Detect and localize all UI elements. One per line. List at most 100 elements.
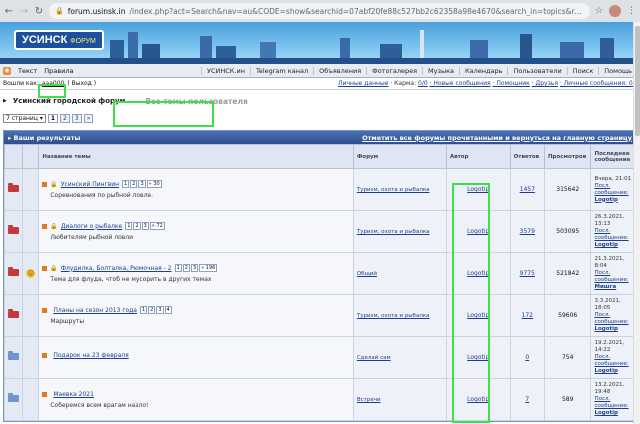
last-post-link[interactable]: Посл. сообщение:: [594, 270, 632, 284]
mark-all-read-link[interactable]: Отметить все форумы прочитанными и верну…: [362, 134, 632, 142]
logout-link[interactable]: ( Выход ): [67, 80, 96, 87]
page-3[interactable]: 3: [71, 113, 82, 123]
topic-page-link[interactable]: 4: [164, 306, 172, 314]
topic-page-link[interactable]: 1: [139, 306, 148, 314]
folder-icon: [8, 309, 20, 318]
col-last[interactable]: Последнее сообщение: [590, 144, 636, 169]
topic-link[interactable]: Усинский Пингвин: [61, 181, 119, 188]
topic-link[interactable]: Диалоги о рыбалке: [61, 223, 122, 230]
forum-link[interactable]: Общий: [357, 271, 377, 277]
address-bar[interactable]: 🔒 forum.usinsk.in/index.php?act=Search&n…: [49, 3, 590, 19]
col-author[interactable]: Автор: [445, 144, 511, 169]
menu-item-calendar[interactable]: Календарь: [459, 66, 507, 75]
page-next[interactable]: »: [83, 113, 94, 123]
menu-item-usinsk[interactable]: УСИНСК.ин: [201, 66, 250, 75]
last-post-link[interactable]: Посл. сообщение:: [594, 396, 632, 410]
last-post-author[interactable]: Logotip: [594, 242, 632, 249]
menu-icon[interactable]: ⋮: [627, 6, 636, 16]
menu-item-telegram[interactable]: Telegram канал: [249, 66, 313, 75]
menu-item-search[interactable]: Поиск: [566, 66, 599, 75]
menu-item-music[interactable]: Музыка: [422, 66, 459, 75]
topic-page-link[interactable]: 3: [156, 306, 164, 314]
last-post-date: 3.3.2021, 18:05: [594, 298, 621, 311]
author-link[interactable]: Logotip: [467, 228, 489, 235]
topic-link[interactable]: Подарок на 23 февраля: [53, 352, 128, 359]
rss-icon[interactable]: ◉: [3, 66, 11, 75]
topic-page-link[interactable]: 1: [125, 222, 133, 230]
forum-link[interactable]: Встречи: [357, 397, 381, 403]
reload-icon[interactable]: ↻: [34, 6, 44, 17]
last-post-link[interactable]: Посл. сообщение:: [594, 228, 632, 242]
new-messages-link[interactable]: · Новые сообщения: [430, 80, 491, 87]
replies-link[interactable]: 0: [525, 354, 529, 361]
last-post-author[interactable]: Logotip: [594, 326, 632, 333]
topic-page-link[interactable]: 1: [174, 264, 182, 272]
author-link[interactable]: Logotip: [467, 354, 489, 361]
menu-left-rules[interactable]: Правила: [44, 67, 73, 75]
back-icon[interactable]: ←: [4, 6, 14, 17]
replies-link[interactable]: 3579: [520, 228, 535, 235]
emoticon-cell: ☺: [22, 252, 40, 295]
karma-value[interactable]: 0/0: [418, 80, 428, 87]
last-post-author[interactable]: Logotip: [594, 368, 632, 375]
friends-link[interactable]: · Друзья: [532, 80, 558, 87]
menu-item-ads[interactable]: Объявления: [313, 66, 366, 75]
menu-left-text[interactable]: Текст: [18, 67, 37, 75]
main-menu: ◉ Текст Правила УСИНСК.ин Telegram канал…: [0, 64, 640, 78]
topic-page-link[interactable]: 1: [122, 180, 130, 188]
author-link[interactable]: Logotip: [467, 312, 489, 319]
pages-select[interactable]: 7 страниц ▾: [3, 113, 46, 123]
topic-page-link[interactable]: 2: [133, 222, 141, 230]
page-1[interactable]: 1: [47, 113, 59, 123]
page-2[interactable]: 2: [60, 113, 70, 123]
breadcrumb-forum[interactable]: Усинский городской форум: [13, 97, 125, 105]
last-post-author[interactable]: Мишга: [594, 284, 632, 291]
forum-link[interactable]: Туризм, охота и рыбалка: [357, 313, 430, 319]
menu-item-help[interactable]: Помощь: [598, 66, 637, 75]
topic-page-link[interactable]: » 72: [149, 222, 165, 230]
profile-avatar[interactable]: [609, 5, 621, 17]
topic-page-link[interactable]: 3: [138, 180, 146, 188]
col-forum[interactable]: Форум: [352, 144, 447, 169]
username-link[interactable]: aaa000: [42, 80, 64, 87]
topic-page-link[interactable]: » 196: [199, 264, 218, 272]
topic-page-link[interactable]: 3: [190, 264, 199, 272]
last-post-link[interactable]: Посл. сообщение:: [594, 312, 632, 326]
topic-link[interactable]: Планы на сезон 2013 года: [53, 307, 137, 314]
col-views[interactable]: Просмотров: [543, 144, 592, 169]
forum-link[interactable]: Туризм, охота и рыбалка: [357, 229, 430, 235]
helper-link[interactable]: · Помощник: [493, 80, 530, 87]
col-topic[interactable]: Название темы: [38, 144, 354, 169]
last-post-link[interactable]: Посл. сообщение:: [594, 183, 632, 197]
topic-prefix-icon: 🔒: [50, 180, 58, 188]
author-link[interactable]: Logotip: [467, 270, 489, 277]
topic-link[interactable]: Маевка 2021: [53, 391, 94, 398]
replies-link[interactable]: 9775: [520, 270, 535, 277]
menu-item-gallery[interactable]: Фотогалерея: [366, 66, 422, 75]
pm-link[interactable]: · Личные сообщения: 0 ): [560, 80, 637, 87]
forum-link[interactable]: Туризм, охота и рыбалка: [357, 187, 430, 193]
replies-link[interactable]: 1457: [520, 186, 535, 193]
forum-logo[interactable]: УСИНСК ФОРУМ: [14, 30, 104, 50]
col-replies[interactable]: Ответов: [509, 144, 545, 169]
topic-link[interactable]: Флудилка, Болталка, Рюмочная - 2: [61, 265, 172, 272]
topic-page-link[interactable]: 3: [141, 222, 149, 230]
last-post-author[interactable]: Logotip: [594, 197, 632, 204]
menu-item-users[interactable]: Пользователи: [507, 66, 566, 75]
author-link[interactable]: Logotip: [467, 396, 489, 403]
last-post-author[interactable]: Logotip: [594, 410, 632, 417]
star-icon[interactable]: ☆: [595, 6, 603, 16]
author-link[interactable]: Logotip: [467, 186, 489, 193]
last-post-link[interactable]: Посл. сообщение:: [594, 354, 632, 368]
topic-page-link[interactable]: 2: [148, 306, 156, 314]
scrollbar-thumb[interactable]: [635, 26, 640, 136]
replies-link[interactable]: 172: [522, 312, 533, 319]
topic-page-link[interactable]: 2: [130, 180, 138, 188]
forward-icon[interactable]: →: [19, 6, 29, 17]
topic-page-link[interactable]: 2: [182, 264, 190, 272]
forum-link[interactable]: Сделай сам: [357, 355, 391, 361]
topic-page-link[interactable]: » 30: [146, 180, 162, 188]
personal-data-link[interactable]: Личные данные: [338, 80, 388, 87]
replies-link[interactable]: 7: [525, 396, 529, 403]
page-scrollbar[interactable]: [633, 22, 640, 424]
